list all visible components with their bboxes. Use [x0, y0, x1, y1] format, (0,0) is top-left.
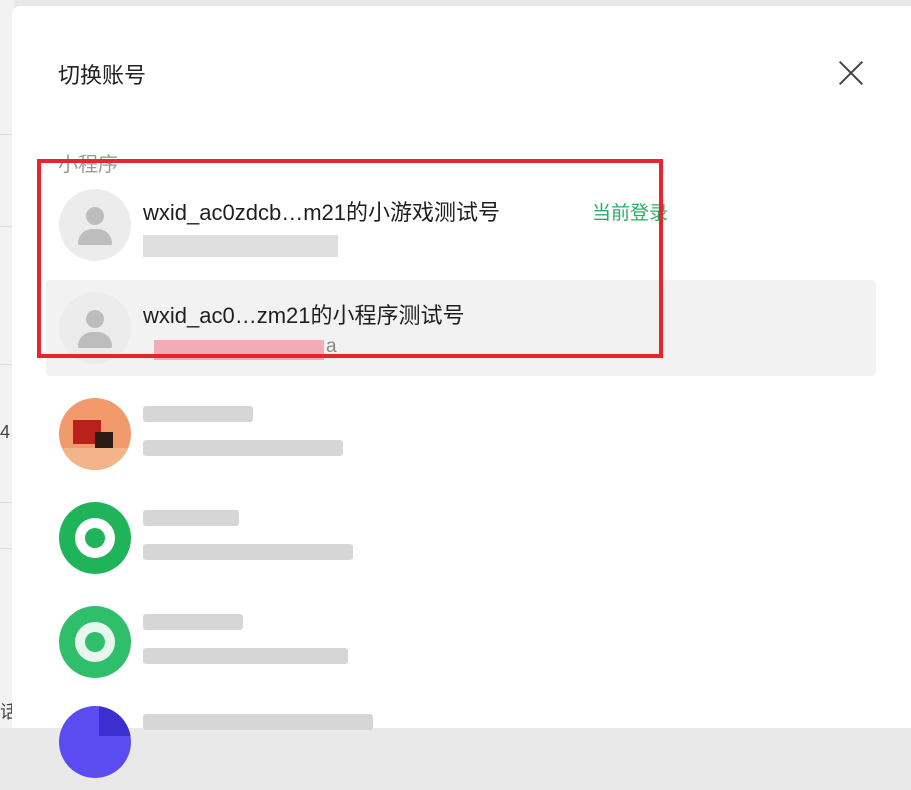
account-item[interactable]	[46, 694, 876, 790]
redacted-subtitle	[143, 544, 353, 560]
user-avatar-icon	[59, 189, 131, 261]
pixelated-green-avatar-icon	[59, 502, 131, 574]
dialog-title: 切换账号	[58, 63, 147, 88]
redacted-subtitle	[143, 648, 348, 664]
pixelated-purple-avatar-icon	[59, 706, 131, 778]
account-subtitle: a	[326, 336, 337, 357]
close-icon[interactable]	[834, 56, 868, 90]
background-text: 4	[0, 422, 11, 442]
account-item[interactable]	[46, 386, 876, 482]
redacted-name	[143, 614, 243, 630]
account-name: wxid_ac0zdcb…m21的小游戏测试号	[143, 200, 500, 225]
account-item[interactable]	[46, 490, 876, 586]
redacted-name	[143, 510, 239, 526]
redacted-subtitle	[143, 235, 338, 257]
account-item[interactable]: wxid_ac0…zm21的小程序测试号 a	[46, 280, 876, 376]
account-name: wxid_ac0…zm21的小程序测试号	[143, 303, 465, 328]
current-login-badge: 当前登录	[592, 203, 669, 224]
redacted-subtitle	[154, 340, 324, 360]
switch-account-dialog: 切换账号 小程序 wxid_ac0zdcb…m21的小游戏测试号 当前登录 wx…	[12, 6, 911, 778]
account-item-current[interactable]: wxid_ac0zdcb…m21的小游戏测试号 当前登录	[46, 177, 876, 273]
section-label: 小程序	[58, 154, 118, 176]
pixelated-orange-avatar-icon	[59, 398, 131, 470]
pixelated-green-avatar-icon	[59, 606, 131, 678]
user-avatar-icon	[59, 292, 131, 364]
account-item[interactable]	[46, 594, 876, 690]
redacted-name	[143, 406, 253, 422]
redacted-subtitle	[143, 440, 343, 456]
